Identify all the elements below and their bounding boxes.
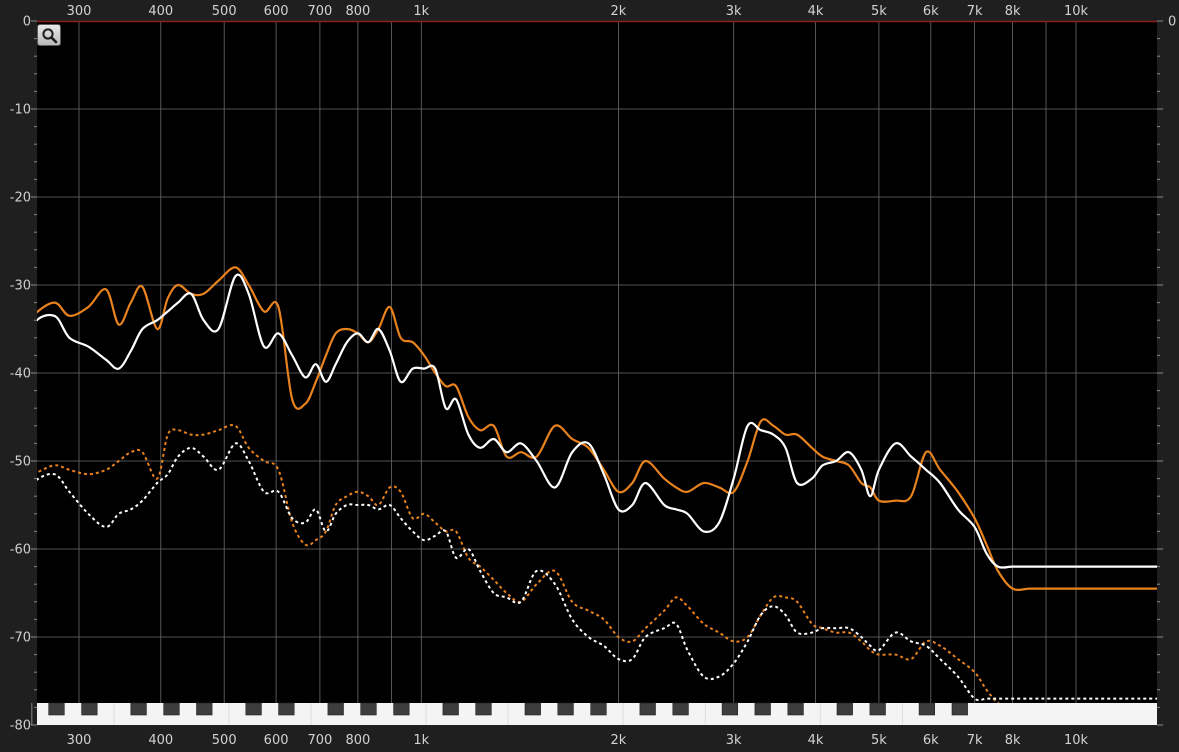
top-frequency-label: 3k — [726, 4, 742, 19]
piano-black-key — [196, 702, 213, 716]
top-frequency-label: 7k — [967, 4, 983, 19]
spectrum-chart: 300 400 500 600 700 800 1k 2k 3k 4k 5k 6k 7k 8k 10k 30… — [0, 0, 1179, 752]
y-axis-label: -40 — [10, 367, 31, 382]
bottom-frequency-label: 7k — [967, 733, 983, 748]
top-frequency-label: 500 — [212, 4, 237, 19]
piano-black-key — [524, 702, 541, 716]
top-frequency-label: 4k — [808, 4, 824, 19]
bottom-frequency-label: 500 — [212, 733, 237, 748]
piano-black-key — [360, 702, 377, 716]
bottom-frequency-label: 10k — [1064, 733, 1089, 748]
piano-black-key — [81, 702, 98, 716]
bottom-frequency-label: 6k — [923, 733, 939, 748]
top-frequency-label: 800 — [345, 4, 370, 19]
piano-black-key — [393, 702, 410, 716]
piano-black-key — [787, 702, 804, 716]
piano-black-key — [130, 702, 147, 716]
piano-black-key — [836, 702, 853, 716]
piano-black-key — [475, 702, 492, 716]
y-axis-label: -10 — [10, 103, 31, 118]
top-frequency-label: 700 — [307, 4, 332, 19]
bottom-frequency-label: 3k — [726, 733, 742, 748]
y-axis-label: -50 — [10, 455, 31, 470]
piano-black-key — [672, 702, 689, 716]
right-y-axis-labels: 0 — [1168, 15, 1176, 30]
bottom-frequency-label: 5k — [871, 733, 887, 748]
piano-black-key — [590, 702, 607, 716]
y-axis-label: -30 — [10, 279, 31, 294]
piano-black-key — [327, 702, 344, 716]
bottom-frequency-label: 600 — [264, 733, 289, 748]
piano-black-key — [48, 702, 65, 716]
bottom-frequency-label: 300 — [67, 733, 92, 748]
zoom-button[interactable] — [37, 24, 61, 46]
bottom-frequency-label: 4k — [808, 733, 824, 748]
piano-black-key — [557, 702, 574, 716]
piano-black-key — [163, 702, 180, 716]
y-axis-label: -70 — [10, 631, 31, 646]
top-frequency-label: 400 — [148, 4, 173, 19]
top-frequency-label: 10k — [1064, 4, 1089, 19]
y-axis-label: -20 — [10, 191, 31, 206]
top-frequency-label: 5k — [871, 4, 887, 19]
bottom-frequency-label: 1k — [413, 733, 429, 748]
bottom-frequency-label: 2k — [610, 733, 626, 748]
analyzer-view: 300 400 500 600 700 800 1k 2k 3k 4k 5k 6k 7k 8k 10k 30… — [0, 0, 1179, 752]
bottom-frequency-label: 800 — [345, 733, 370, 748]
top-frequency-label: 300 — [67, 4, 92, 19]
magnifier-icon — [42, 28, 58, 44]
piano-black-key — [754, 702, 771, 716]
piano-black-key — [278, 702, 295, 716]
piano-black-key — [951, 702, 968, 716]
right-y-axis-label: 0 — [1168, 15, 1176, 30]
top-frequency-label: 2k — [610, 4, 626, 19]
bottom-frequency-label: 400 — [148, 733, 173, 748]
bottom-frequency-label: 8k — [1005, 733, 1021, 748]
y-axis-label: 0 — [23, 15, 31, 30]
piano-black-key — [442, 702, 459, 716]
bottom-frequency-label: 700 — [307, 733, 332, 748]
y-axis-label: -60 — [10, 543, 31, 558]
piano-black-key — [869, 702, 886, 716]
top-frequency-label: 1k — [413, 4, 429, 19]
top-frequency-label: 8k — [1005, 4, 1021, 19]
piano-black-key — [918, 702, 935, 716]
piano-black-key — [639, 702, 656, 716]
piano-keyboard — [31, 702, 1157, 725]
piano-black-key — [721, 702, 738, 716]
top-frequency-label: 6k — [923, 4, 939, 19]
y-axis-label: -80 — [10, 719, 31, 734]
top-frequency-label: 600 — [264, 4, 289, 19]
piano-black-key — [245, 702, 262, 716]
